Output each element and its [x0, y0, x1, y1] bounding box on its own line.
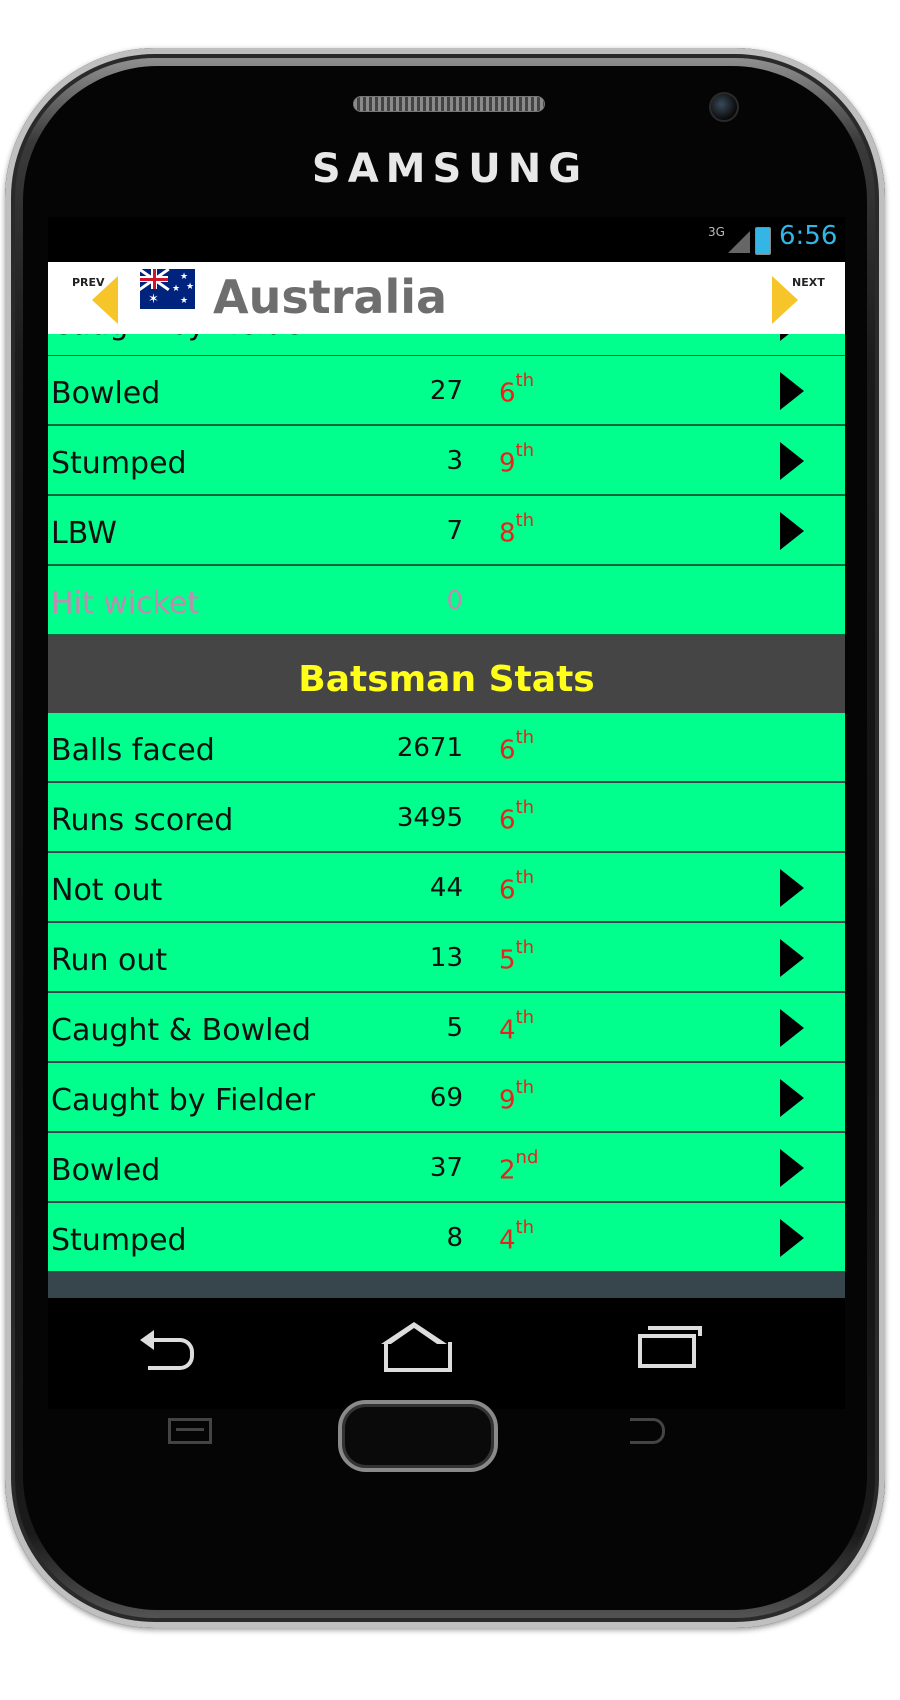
network-type: 3G [708, 225, 725, 239]
hardware-home-button[interactable] [338, 1400, 498, 1472]
play-arrow-icon [780, 939, 804, 977]
stat-label: Caught & Bowled [51, 1013, 311, 1048]
home-icon[interactable] [384, 1342, 452, 1372]
next-label: NEXT [792, 276, 825, 289]
stat-rank: 9th [499, 440, 535, 479]
stat-label: Bowled [51, 376, 161, 411]
hardware-menu-icon[interactable] [168, 1418, 212, 1444]
star-icon: ★ [180, 296, 189, 306]
device-brand: SAMSUNG [311, 146, 589, 192]
prev-arrow-icon [92, 276, 118, 324]
stat-label: Balls faced [51, 733, 215, 768]
stats-list[interactable]: Caught by Fielder Bowled 27 6th Stumped … [48, 334, 845, 1338]
stat-row[interactable]: LBW 7 8th [48, 496, 845, 565]
status-time: 6:56 [779, 221, 838, 251]
stat-row[interactable]: Bowled 27 6th [48, 356, 845, 425]
signal-icon [728, 231, 750, 253]
play-arrow-icon [780, 1219, 804, 1257]
play-arrow-icon [780, 1079, 804, 1117]
star-icon: ★ [186, 282, 195, 292]
recent-apps-icon[interactable] [638, 1334, 696, 1368]
stat-value: 44 [429, 873, 463, 903]
stat-rank: 4th [499, 1007, 535, 1046]
star-icon: ★ [172, 284, 181, 294]
stat-row[interactable]: Caught by Fielder 69 9th [48, 1063, 845, 1132]
play-arrow-icon [780, 869, 804, 907]
stat-rank: 6th [499, 727, 535, 766]
stat-row: Balls faced 2671 6th [48, 713, 845, 782]
stat-value: 3495 [396, 803, 463, 833]
stat-rank: 9th [499, 1077, 535, 1116]
screen: 3G 6:56 PREV ✶ ★ ★ ★ ★ Australia NEXT Bo… [48, 217, 845, 1409]
speaker-grille [353, 96, 545, 112]
stat-row[interactable]: Bowled 37 2nd [48, 1133, 845, 1202]
stat-rank: 6th [499, 370, 535, 409]
stat-label: Stumped [51, 1223, 187, 1258]
stat-label: Not out [51, 873, 163, 908]
stat-label: Caught by Fielder [51, 1083, 316, 1118]
union-jack-icon [140, 269, 170, 291]
stat-rank: 5th [499, 937, 535, 976]
status-bar: 3G 6:56 [48, 217, 845, 262]
stat-row[interactable]: Caught by Fielder [48, 334, 845, 356]
country-title: Australia [213, 270, 448, 324]
stat-value: 13 [429, 943, 463, 973]
back-arrow-head-icon [140, 1330, 154, 1350]
stat-label: Run out [51, 943, 168, 978]
play-arrow-icon [780, 372, 804, 410]
front-camera [709, 92, 739, 122]
stat-value: 2671 [396, 733, 463, 763]
stat-row[interactable]: Not out 44 6th [48, 853, 845, 922]
stat-row-disabled: Hit wicket 0 [48, 566, 845, 635]
hardware-menu-line [176, 1428, 204, 1431]
play-arrow-icon [780, 1009, 804, 1047]
stat-label: Caught by Fielder [51, 334, 315, 342]
back-icon[interactable] [148, 1338, 194, 1370]
stat-value: 7 [446, 516, 463, 546]
country-header: PREV ✶ ★ ★ ★ ★ Australia NEXT [48, 262, 845, 334]
stat-rank: 8th [499, 510, 535, 549]
stat-value: 37 [429, 1153, 463, 1183]
stat-rank: 6th [499, 797, 535, 836]
stat-row: Runs scored 3495 6th [48, 783, 845, 852]
android-nav-bar [48, 1298, 845, 1409]
play-arrow-icon [780, 334, 804, 341]
hardware-back-icon[interactable] [630, 1418, 665, 1444]
play-arrow-icon [780, 1149, 804, 1187]
battery-icon [755, 227, 771, 255]
next-button[interactable]: NEXT [766, 268, 826, 330]
section-header: Batsman Stats [48, 635, 845, 713]
stat-value: 8 [446, 1223, 463, 1253]
stat-label: Hit wicket [51, 586, 200, 621]
stat-label: Stumped [51, 446, 187, 481]
play-arrow-icon [780, 442, 804, 480]
stat-row[interactable]: Stumped 8 4th [48, 1203, 845, 1272]
stat-row[interactable]: Caught & Bowled 5 4th [48, 993, 845, 1062]
stat-rank: 6th [499, 867, 535, 906]
stat-value: 69 [429, 1083, 463, 1113]
stat-value: 0 [446, 586, 463, 616]
section-title: Batsman Stats [298, 659, 595, 700]
stat-row[interactable]: Run out 13 5th [48, 923, 845, 992]
stat-value: 27 [429, 376, 463, 406]
stat-label: Bowled [51, 1153, 161, 1188]
stat-row[interactable]: Stumped 3 9th [48, 426, 845, 495]
stat-label: LBW [51, 516, 117, 551]
prev-button[interactable]: PREV [68, 268, 128, 330]
star-icon: ✶ [148, 292, 159, 307]
play-arrow-icon [780, 512, 804, 550]
stat-value: 3 [446, 446, 463, 476]
stat-value: 5 [446, 1013, 463, 1043]
stat-rank: 2nd [499, 1147, 539, 1186]
stat-rank: 4th [499, 1217, 535, 1256]
star-icon: ★ [180, 272, 189, 282]
stat-label: Runs scored [51, 803, 234, 838]
australia-flag-icon: ✶ ★ ★ ★ ★ [140, 269, 195, 309]
